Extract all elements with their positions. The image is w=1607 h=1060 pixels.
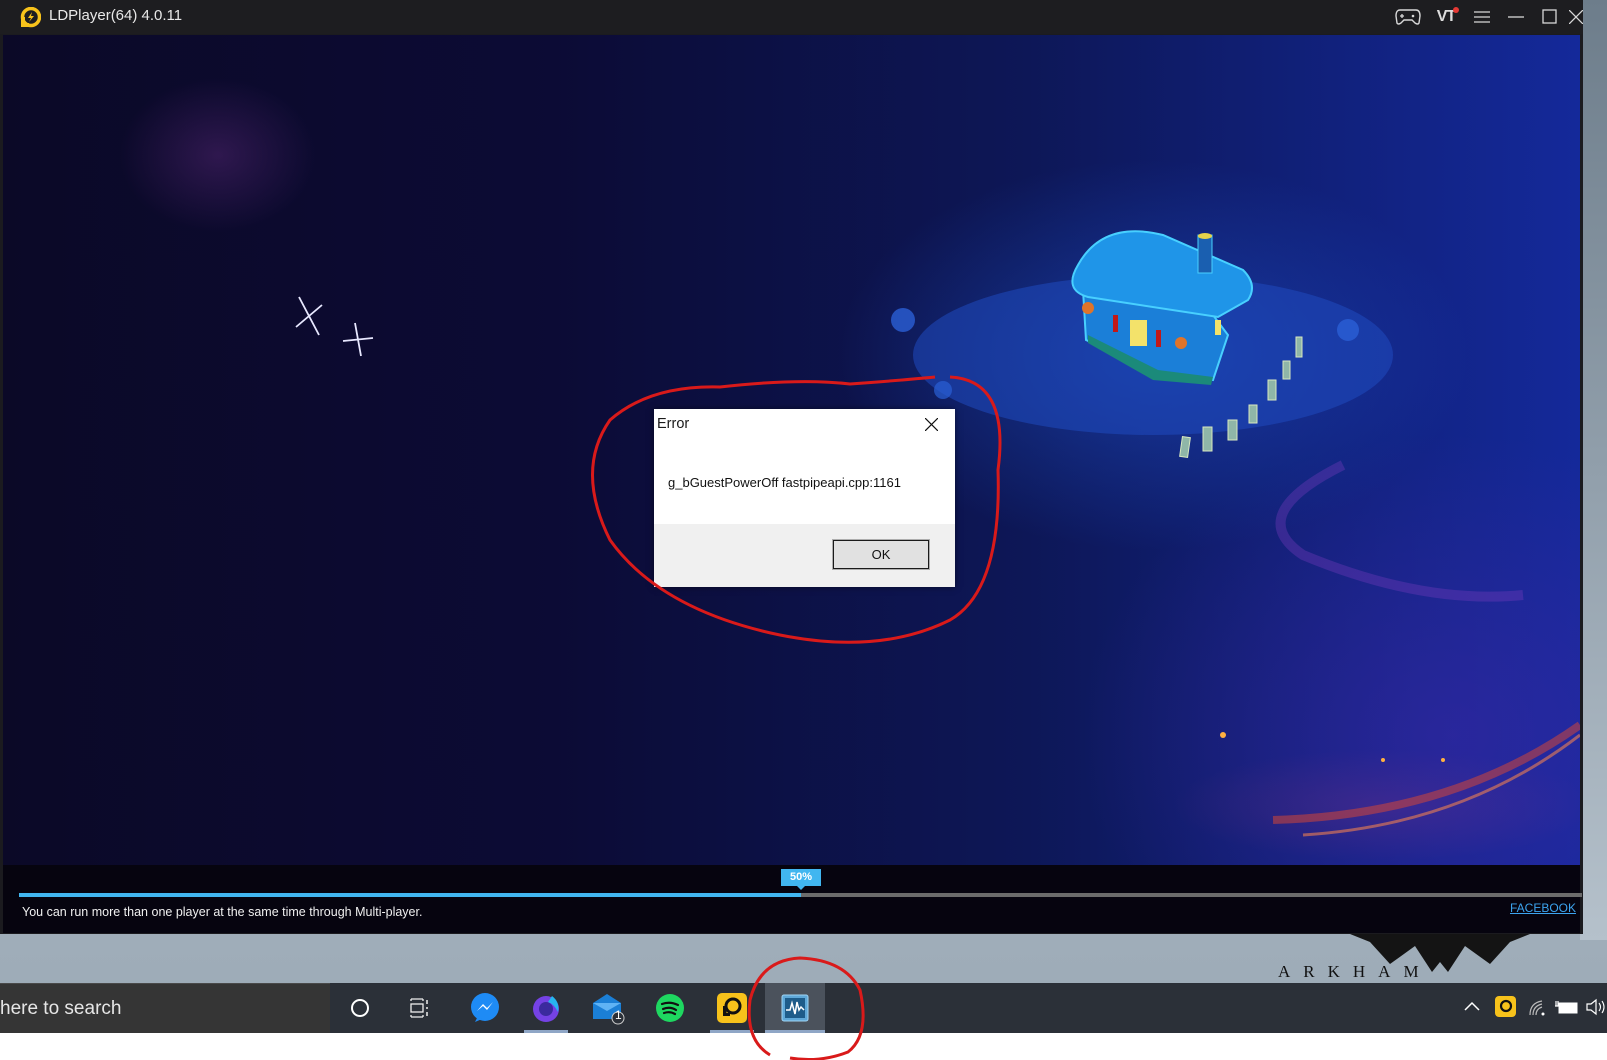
- ldplayer-logo-icon: [20, 7, 41, 28]
- taskbar-monitor-app[interactable]: [765, 983, 825, 1033]
- wifi-icon: [1529, 1000, 1545, 1016]
- sparkle-icon: [295, 296, 374, 357]
- taskbar-search-box[interactable]: here to search: [0, 983, 330, 1033]
- dialog-title: Error: [657, 416, 690, 432]
- progress-label: 50%: [781, 869, 821, 890]
- maximize-icon: [1542, 9, 1557, 24]
- volume-icon: [1586, 998, 1605, 1016]
- close-window-button[interactable]: [1569, 4, 1583, 30]
- taskbar-task-view[interactable]: [390, 983, 450, 1033]
- close-icon: [924, 417, 938, 431]
- maximize-button[interactable]: [1535, 4, 1565, 30]
- taskbar-spotify[interactable]: [640, 983, 700, 1033]
- ldplayer-tray-icon: [1495, 996, 1516, 1017]
- dialog-footer: OK: [654, 524, 955, 587]
- emulator-screen[interactable]: Error g_bGuestPowerOff fastpipeapi.cpp:1…: [3, 35, 1580, 865]
- taskbar-messenger[interactable]: [455, 983, 515, 1033]
- vt-button[interactable]: VT: [1431, 4, 1461, 30]
- error-dialog: Error g_bGuestPowerOff fastpipeapi.cpp:1…: [654, 409, 955, 587]
- desktop-wallpaper-edge: [1580, 0, 1607, 940]
- taskbar-mail[interactable]: 1: [578, 983, 638, 1033]
- chevron-up-icon: [1464, 1001, 1480, 1011]
- active-indicator: [710, 1030, 754, 1033]
- vt-notification-dot: [1453, 7, 1459, 13]
- cortana-circle-icon: [351, 999, 369, 1017]
- volume-button[interactable]: [1585, 997, 1607, 1019]
- battery-icon: [1555, 1001, 1578, 1014]
- taskbar-cortana[interactable]: [330, 983, 390, 1033]
- facebook-link[interactable]: FACEBOOK: [1510, 901, 1576, 915]
- dialog-close-button[interactable]: [919, 413, 943, 435]
- close-icon: [1569, 10, 1583, 24]
- ldplayer-icon: [717, 993, 747, 1023]
- ldplayer-tray-icon[interactable]: [1495, 996, 1517, 1018]
- error-message: g_bGuestPowerOff fastpipeapi.cpp:1161: [668, 475, 901, 490]
- menu-button[interactable]: [1467, 4, 1497, 30]
- show-hidden-icons-button[interactable]: [1462, 996, 1486, 1020]
- ldplayer-window: LDPlayer(64) 4.0.11 VT Error g_bGuestPow…: [0, 0, 1583, 934]
- menu-icon: [1474, 11, 1490, 23]
- window-title: LDPlayer(64) 4.0.11: [49, 7, 183, 24]
- minimize-button[interactable]: [1501, 4, 1531, 30]
- ok-button[interactable]: OK: [832, 539, 930, 570]
- taskbar-firefox[interactable]: [516, 983, 576, 1033]
- task-view-icon: [410, 998, 428, 1018]
- gamepad-icon: [1395, 9, 1421, 25]
- loading-tip: You can run more than one player at the …: [22, 905, 423, 919]
- active-indicator: [765, 1030, 825, 1033]
- wifi-button[interactable]: [1528, 997, 1550, 1019]
- progress-fill: [19, 893, 801, 897]
- firefox-icon: [533, 996, 559, 1022]
- active-indicator: [524, 1030, 568, 1033]
- minimize-icon: [1508, 16, 1524, 18]
- title-bar[interactable]: LDPlayer(64) 4.0.11 VT: [0, 0, 1583, 34]
- spotify-icon: [656, 994, 684, 1022]
- battery-button[interactable]: [1555, 998, 1581, 1018]
- messenger-icon: [471, 993, 499, 1022]
- taskbar-ldplayer[interactable]: [702, 983, 762, 1033]
- keyboard-mapping-button[interactable]: [1393, 4, 1423, 30]
- monitor-app-icon: [781, 994, 809, 1022]
- mail-badge: 1: [615, 1008, 622, 1022]
- search-placeholder: here to search: [0, 998, 122, 1019]
